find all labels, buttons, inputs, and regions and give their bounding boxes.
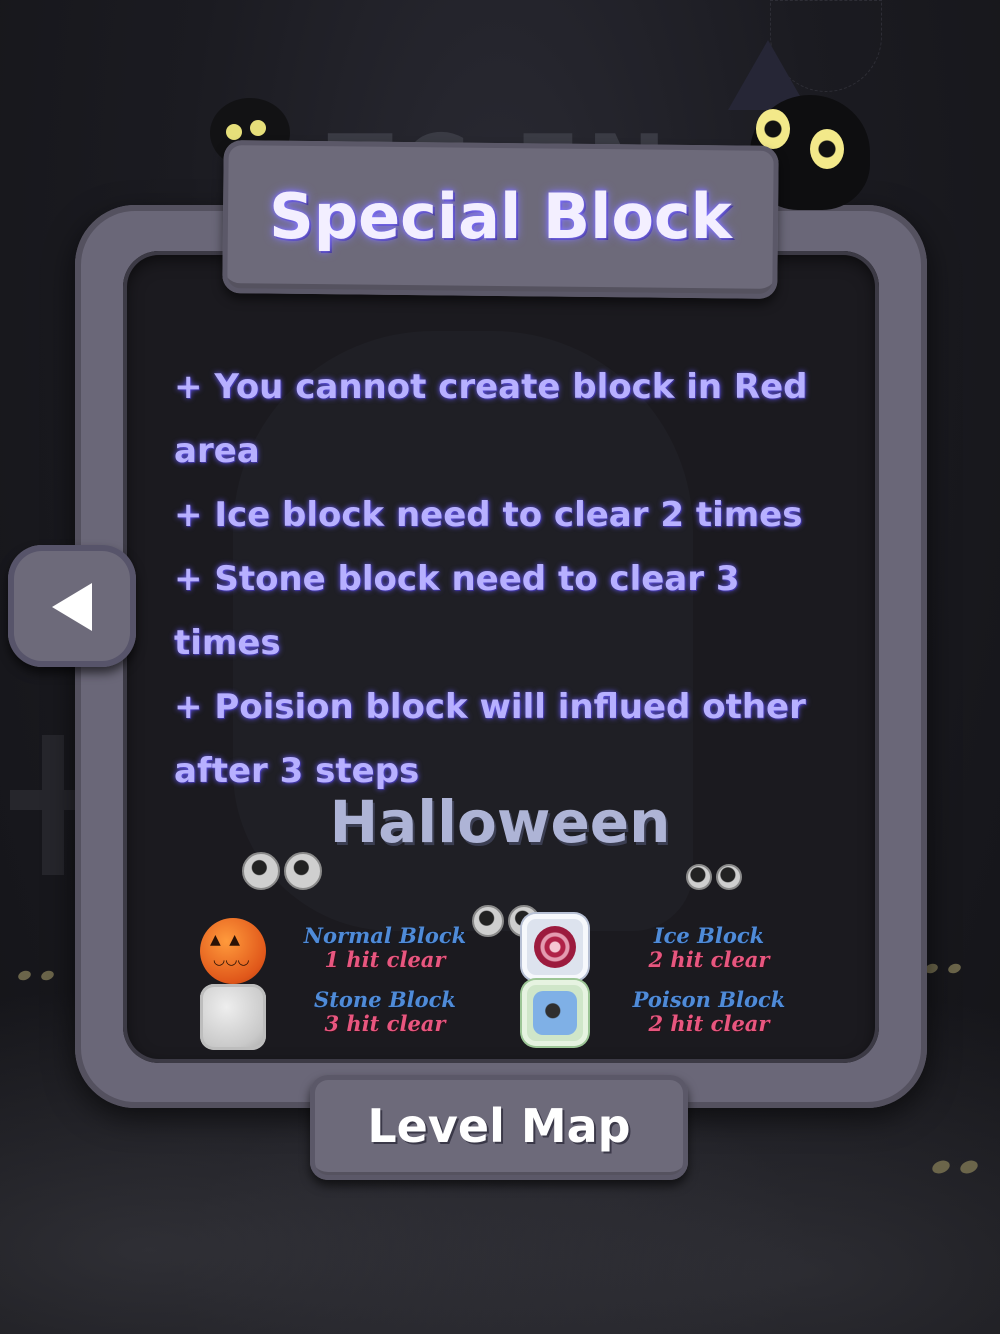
level-map-button[interactable]: Level Map — [310, 1075, 688, 1180]
level-map-label: Level Map — [367, 1099, 631, 1153]
block-hit: 2 hit clear — [648, 947, 770, 972]
arrow-left-icon — [52, 583, 92, 631]
stone-block-icon — [200, 984, 266, 1050]
ice-block-icon — [522, 914, 588, 980]
block-name: Poison Block — [632, 987, 786, 1012]
glowing-eyes-left — [16, 965, 64, 984]
block-name: Ice Block — [653, 923, 765, 948]
theme-title: Halloween — [329, 788, 671, 856]
rule-item: + You cannot create block in Red area — [174, 367, 808, 471]
poison-block-icon — [522, 980, 588, 1046]
cat-eye — [810, 129, 844, 169]
glowing-eyes-bottom-right — [930, 1158, 988, 1177]
rule-item: + Poision block will influed other after… — [174, 687, 806, 791]
block-name: Normal Block — [303, 923, 467, 948]
rule-item: + Stone block need to clear 3 times — [174, 559, 740, 663]
block-name: Stone Block — [314, 987, 456, 1012]
pumpkin-icon — [200, 918, 266, 984]
peeking-eyes-icon — [242, 852, 326, 894]
page-title: Special Block — [269, 180, 732, 253]
block-hit: 1 hit clear — [324, 947, 446, 972]
cat-eye — [756, 109, 790, 149]
glowing-eyes-right — [923, 958, 971, 977]
rule-item: + Ice block need to clear 2 times — [174, 495, 803, 535]
block-hit: 2 hit clear — [648, 1011, 770, 1036]
rules-list: + You cannot create block in Red area + … — [174, 355, 854, 803]
back-button[interactable] — [8, 545, 136, 667]
block-hit: 3 hit clear — [324, 1011, 446, 1036]
peeking-eyes-icon — [686, 864, 746, 894]
spider-eye — [250, 120, 266, 136]
spider-eye — [226, 124, 242, 140]
